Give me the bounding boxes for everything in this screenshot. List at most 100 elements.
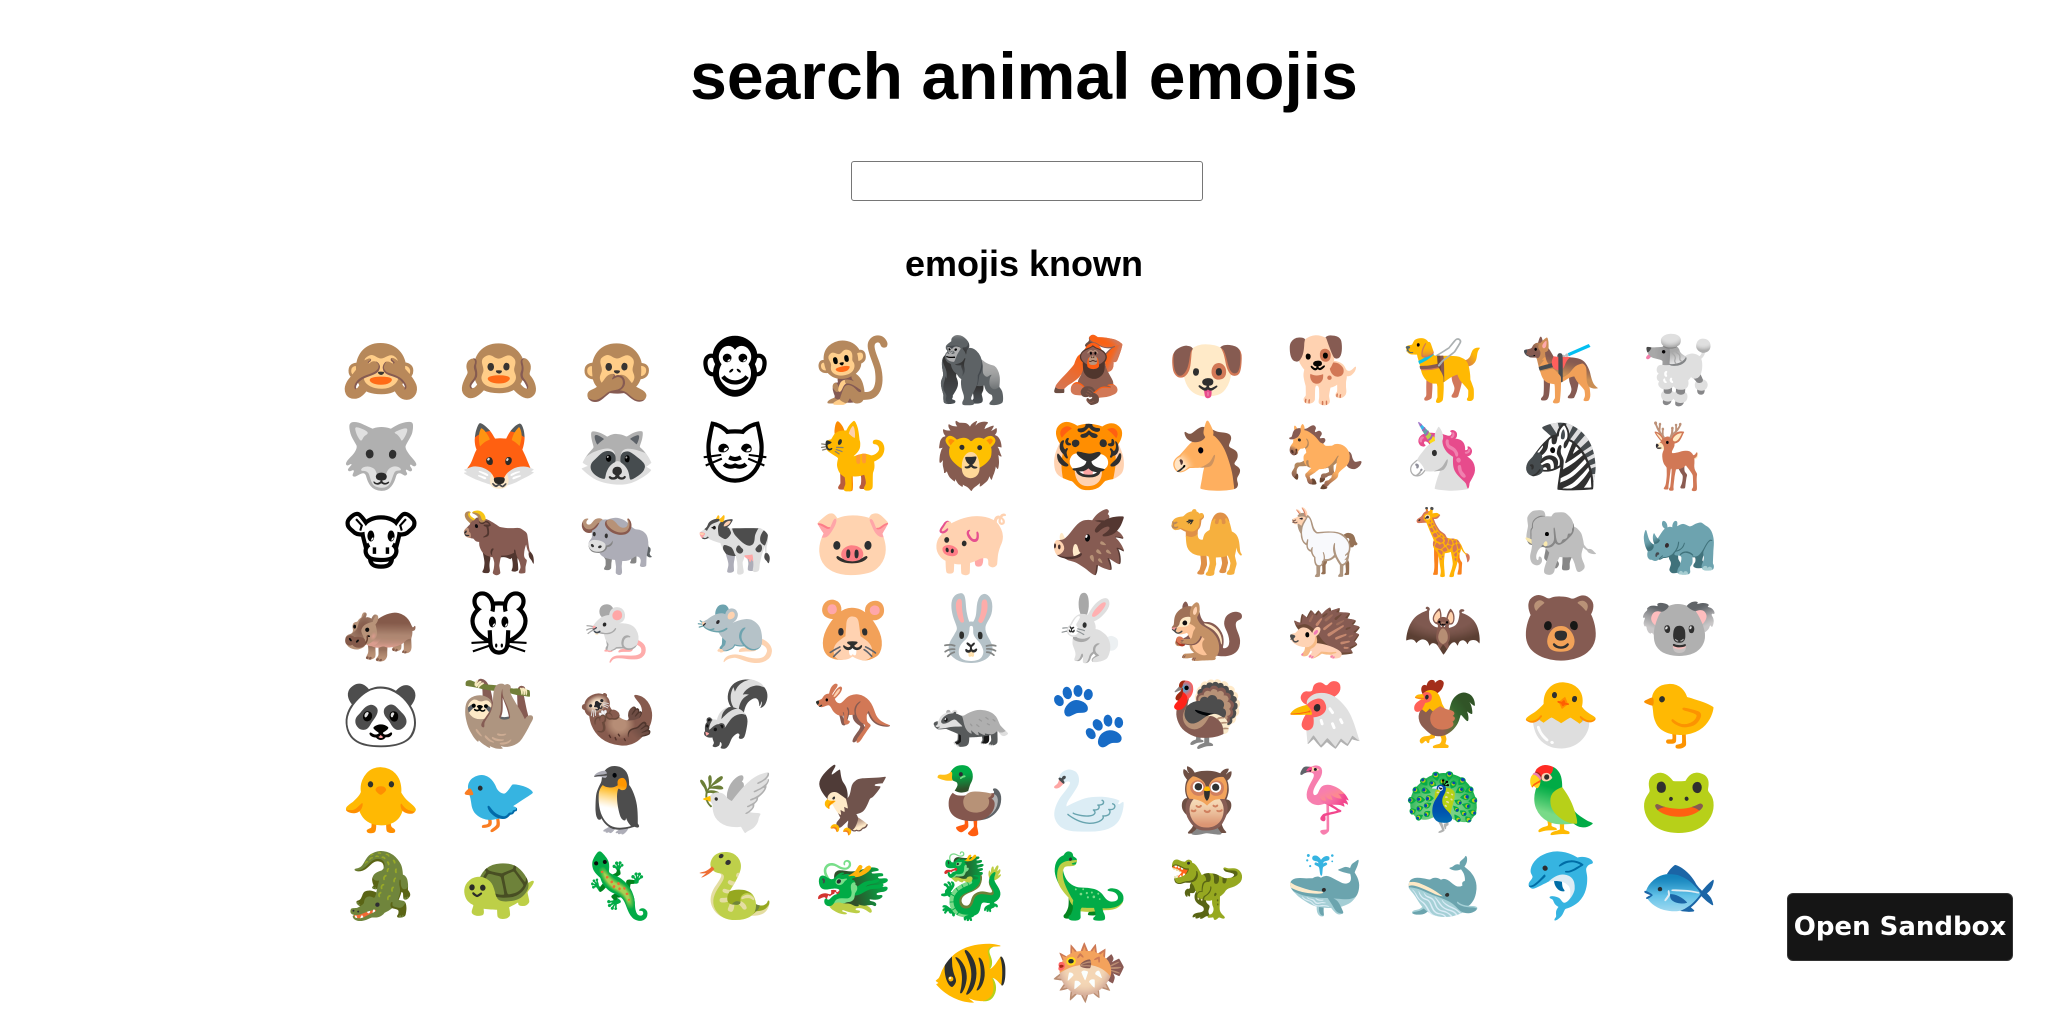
emoji-item-rhinoceros[interactable]: 🦏 [1620, 500, 1738, 586]
emoji-item-hippopotamus[interactable]: 🦛 [322, 586, 440, 672]
emoji-item-blowfish[interactable]: 🐡 [1030, 930, 1148, 1016]
emoji-item-otter[interactable]: 🦦 [558, 672, 676, 758]
emoji-item-water-buffalo[interactable]: 🐃 [558, 500, 676, 586]
emoji-item-tropical-fish[interactable]: 🐠 [912, 930, 1030, 1016]
flamingo-icon: 🦩 [1285, 764, 1365, 838]
emoji-item-cat-face[interactable]: 🐱 [676, 414, 794, 500]
emoji-item-cow-face[interactable]: 🐮 [322, 500, 440, 586]
eagle-icon: 🦅 [813, 764, 893, 838]
emoji-item-sauropod[interactable]: 🦕 [1030, 844, 1148, 930]
emoji-item-kangaroo[interactable]: 🦘 [794, 672, 912, 758]
emoji-item-dolphin[interactable]: 🐬 [1502, 844, 1620, 930]
dog-icon: 🐕 [1285, 334, 1365, 408]
emoji-item-dragon[interactable]: 🐉 [912, 844, 1030, 930]
emoji-item-flamingo[interactable]: 🦩 [1266, 758, 1384, 844]
emoji-item-bird[interactable]: 🐦 [440, 758, 558, 844]
emoji-item-unicorn[interactable]: 🦄 [1384, 414, 1502, 500]
horse-face-icon: 🐴 [1167, 420, 1247, 494]
emoji-item-koala[interactable]: 🐨 [1620, 586, 1738, 672]
emoji-item-boar[interactable]: 🐗 [1030, 500, 1148, 586]
emoji-item-hamster[interactable]: 🐹 [794, 586, 912, 672]
emoji-item-lion[interactable]: 🦁 [912, 414, 1030, 500]
front-facing-baby-chick-icon: 🐥 [341, 764, 421, 838]
emoji-item-gorilla[interactable]: 🦍 [912, 328, 1030, 414]
emoji-item-tiger-face[interactable]: 🐯 [1030, 414, 1148, 500]
skunk-icon: 🦨 [695, 678, 775, 752]
emoji-item-peacock[interactable]: 🦚 [1384, 758, 1502, 844]
emoji-item-rabbit-face[interactable]: 🐰 [912, 586, 1030, 672]
emoji-item-ox[interactable]: 🐂 [440, 500, 558, 586]
emoji-item-duck[interactable]: 🦆 [912, 758, 1030, 844]
emoji-item-hedgehog[interactable]: 🦔 [1266, 586, 1384, 672]
emoji-item-rabbit[interactable]: 🐇 [1030, 586, 1148, 672]
emoji-item-speak-no-evil-monkey[interactable]: 🙊 [558, 328, 676, 414]
emoji-item-orangutan[interactable]: 🦧 [1030, 328, 1148, 414]
search-input[interactable] [851, 161, 1203, 201]
peacock-icon: 🦚 [1403, 764, 1483, 838]
horse-icon: 🐎 [1285, 420, 1365, 494]
emoji-item-llama[interactable]: 🦙 [1266, 500, 1384, 586]
emoji-item-snake[interactable]: 🐍 [676, 844, 794, 930]
emoji-item-monkey[interactable]: 🐒 [794, 328, 912, 414]
emoji-item-parrot[interactable]: 🦜 [1502, 758, 1620, 844]
emoji-item-badger[interactable]: 🦡 [912, 672, 1030, 758]
emoji-item-cow[interactable]: 🐄 [676, 500, 794, 586]
emoji-item-pig-face[interactable]: 🐷 [794, 500, 912, 586]
emoji-item-owl[interactable]: 🦉 [1148, 758, 1266, 844]
emoji-item-skunk[interactable]: 🦨 [676, 672, 794, 758]
emoji-item-monkey-face[interactable]: 🐵 [676, 328, 794, 414]
emoji-item-guide-dog[interactable]: 🦮 [1384, 328, 1502, 414]
emoji-item-crocodile[interactable]: 🐊 [322, 844, 440, 930]
dragon-face-icon: 🐲 [813, 850, 893, 924]
emoji-item-whale[interactable]: 🐋 [1384, 844, 1502, 930]
emoji-item-fish[interactable]: 🐟 [1620, 844, 1738, 930]
emoji-item-zebra[interactable]: 🦓 [1502, 414, 1620, 500]
emoji-item-chipmunk[interactable]: 🐿️ [1148, 586, 1266, 672]
emoji-item-wolf[interactable]: 🐺 [322, 414, 440, 500]
emoji-item-fox[interactable]: 🦊 [440, 414, 558, 500]
emoji-item-dog[interactable]: 🐕 [1266, 328, 1384, 414]
emoji-item-service-dog[interactable]: 🐕‍🦺 [1502, 328, 1620, 414]
emoji-item-bear[interactable]: 🐻 [1502, 586, 1620, 672]
ox-icon: 🐂 [459, 506, 539, 580]
emoji-item-turtle[interactable]: 🐢 [440, 844, 558, 930]
emoji-item-paw-prints[interactable]: 🐾 [1030, 672, 1148, 758]
emoji-item-frog[interactable]: 🐸 [1620, 758, 1738, 844]
emoji-item-deer[interactable]: 🦌 [1620, 414, 1738, 500]
emoji-item-mouse[interactable]: 🐁 [558, 586, 676, 672]
turkey-icon: 🦃 [1167, 678, 1247, 752]
emoji-item-swan[interactable]: 🦢 [1030, 758, 1148, 844]
emoji-item-see-no-evil-monkey[interactable]: 🙈 [322, 328, 440, 414]
emoji-item-dove[interactable]: 🕊️ [676, 758, 794, 844]
emoji-item-mouse-face[interactable]: 🐭 [440, 586, 558, 672]
emoji-item-camel[interactable]: 🐪 [1148, 500, 1266, 586]
emoji-item-rat[interactable]: 🐀 [676, 586, 794, 672]
emoji-item-hear-no-evil-monkey[interactable]: 🙉 [440, 328, 558, 414]
emoji-item-turkey[interactable]: 🦃 [1148, 672, 1266, 758]
emoji-item-horse[interactable]: 🐎 [1266, 414, 1384, 500]
emoji-item-horse-face[interactable]: 🐴 [1148, 414, 1266, 500]
open-sandbox-button[interactable]: Open Sandbox [1787, 893, 2013, 961]
emoji-item-panda[interactable]: 🐼 [322, 672, 440, 758]
emoji-item-raccoon[interactable]: 🦝 [558, 414, 676, 500]
emoji-item-spouting-whale[interactable]: 🐳 [1266, 844, 1384, 930]
emoji-item-dog-face[interactable]: 🐶 [1148, 328, 1266, 414]
emoji-item-chicken[interactable]: 🐔 [1266, 672, 1384, 758]
emoji-item-t-rex[interactable]: 🦖 [1148, 844, 1266, 930]
emoji-item-pig[interactable]: 🐖 [912, 500, 1030, 586]
emoji-item-baby-chick[interactable]: 🐤 [1620, 672, 1738, 758]
emoji-item-penguin[interactable]: 🐧 [558, 758, 676, 844]
emoji-item-giraffe[interactable]: 🦒 [1384, 500, 1502, 586]
emoji-item-dragon-face[interactable]: 🐲 [794, 844, 912, 930]
emoji-item-poodle[interactable]: 🐩 [1620, 328, 1738, 414]
emoji-item-hatching-chick[interactable]: 🐣 [1502, 672, 1620, 758]
emoji-item-cat[interactable]: 🐈 [794, 414, 912, 500]
sloth-icon: 🦥 [459, 678, 539, 752]
emoji-item-eagle[interactable]: 🦅 [794, 758, 912, 844]
emoji-item-lizard[interactable]: 🦎 [558, 844, 676, 930]
emoji-item-elephant[interactable]: 🐘 [1502, 500, 1620, 586]
emoji-item-sloth[interactable]: 🦥 [440, 672, 558, 758]
emoji-item-bat[interactable]: 🦇 [1384, 586, 1502, 672]
emoji-item-rooster[interactable]: 🐓 [1384, 672, 1502, 758]
emoji-item-front-facing-baby-chick[interactable]: 🐥 [322, 758, 440, 844]
